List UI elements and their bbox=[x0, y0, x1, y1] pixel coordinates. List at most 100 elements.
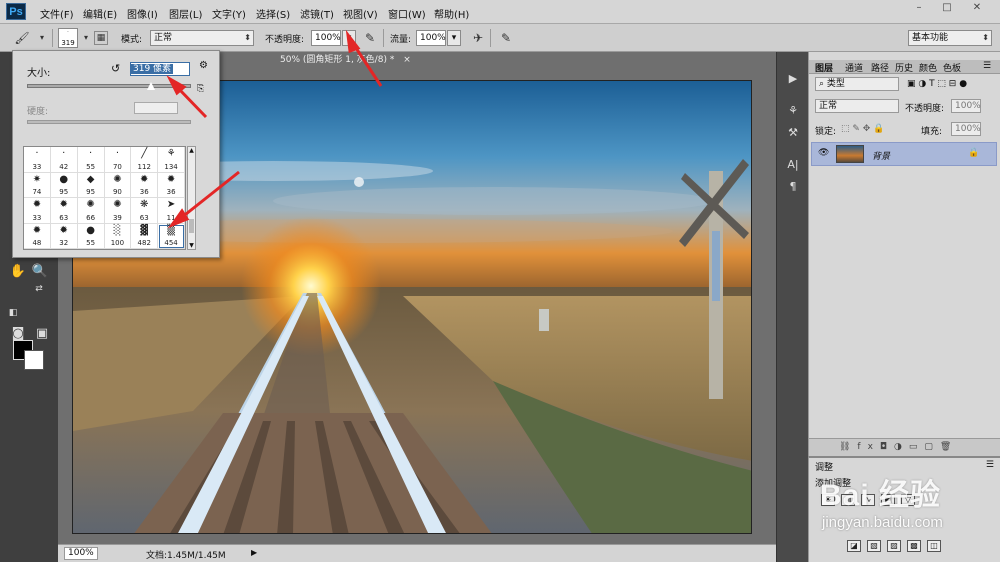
swap-colors-icon[interactable]: ⇄ bbox=[32, 282, 46, 296]
brush-preset-cell[interactable]: ✹ 36 bbox=[131, 172, 159, 198]
brush-preset-size: 48 bbox=[32, 239, 42, 247]
brush-preset-cell[interactable]: ✹ 36 bbox=[158, 172, 185, 198]
hardness-input[interactable] bbox=[134, 102, 178, 114]
tool-presets-icon[interactable]: ⚒ bbox=[784, 124, 802, 142]
panel-menu-icon[interactable]: ☰ bbox=[983, 61, 991, 71]
close-window-button[interactable]: ✕ bbox=[966, 2, 988, 16]
tool-preset-dropdown-icon[interactable]: ▾ bbox=[34, 30, 50, 46]
hardness-slider[interactable] bbox=[27, 120, 191, 124]
brush-preset-cell[interactable]: ✹ 63 bbox=[50, 198, 78, 224]
blend-mode-value: 正常 bbox=[819, 101, 838, 111]
flow-input[interactable]: 100% bbox=[416, 30, 446, 46]
document-tab[interactable]: 50% (圆角矩形 1, 灰色/8) * × bbox=[280, 52, 411, 68]
menu-window[interactable]: 窗口(W) bbox=[388, 6, 426, 21]
brush-preset-cell[interactable]: ░ 100 bbox=[104, 223, 132, 249]
pressure-opacity-icon[interactable]: ✎ bbox=[362, 30, 378, 46]
brush-preset-cell[interactable]: ● 95 bbox=[50, 172, 78, 198]
tab-layers[interactable]: 图层 bbox=[815, 61, 833, 74]
brush-tool-icon[interactable]: 🖌 bbox=[14, 30, 30, 46]
flow-slider-button[interactable]: ▾ bbox=[447, 30, 461, 46]
brush-preset-cell[interactable]: ◆ 95 bbox=[77, 172, 105, 198]
brush-preset-cell[interactable]: · 70 bbox=[104, 147, 132, 173]
eye-icon[interactable]: 👁 bbox=[818, 148, 829, 158]
fill-input[interactable]: 100% bbox=[951, 122, 981, 136]
menu-select[interactable]: 选择(S) bbox=[256, 6, 290, 21]
opacity-slider-button[interactable]: ▾ bbox=[342, 30, 356, 46]
brush-preset-cell[interactable]: ✹ 33 bbox=[24, 198, 51, 224]
paragraph-panel-icon[interactable]: ¶ bbox=[784, 178, 802, 196]
brush-preset-cell[interactable]: ✹ 32 bbox=[50, 223, 78, 249]
menu-file[interactable]: 文件(F) bbox=[40, 6, 74, 21]
screen-mode-icon[interactable]: ▣ bbox=[32, 324, 52, 344]
brush-preset-picker[interactable]: · 319 bbox=[58, 28, 78, 48]
scroll-down-icon[interactable]: ▼ bbox=[188, 242, 195, 249]
brush-preset-cell[interactable]: ● 55 bbox=[77, 223, 105, 249]
new-preset-icon[interactable]: ⎘ bbox=[197, 84, 204, 94]
brush-preset-cell[interactable]: ❋ 63 bbox=[131, 198, 159, 224]
scrollbar-thumb[interactable] bbox=[189, 219, 194, 233]
layer-opacity-label: 不透明度: bbox=[905, 104, 945, 114]
tab-color[interactable]: 颜色 bbox=[919, 61, 937, 74]
tab-swatches[interactable]: 色板 bbox=[943, 61, 961, 74]
character-panel-icon[interactable]: A| bbox=[784, 156, 802, 174]
pressure-size-icon[interactable]: ✎ bbox=[498, 30, 514, 46]
status-menu-arrow-icon[interactable]: ▶ bbox=[251, 548, 257, 557]
close-tab-icon[interactable]: × bbox=[403, 55, 411, 65]
brush-preset-cell[interactable]: ✷ 74 bbox=[24, 172, 51, 198]
size-slider[interactable] bbox=[27, 84, 191, 88]
gear-icon[interactable]: ⚙ bbox=[199, 60, 208, 71]
brush-preset-cell[interactable]: ✺ 90 bbox=[104, 172, 132, 198]
brush-panel-icon[interactable]: ⚘ bbox=[784, 102, 802, 120]
background-color-swatch[interactable] bbox=[24, 350, 44, 370]
workspace-select[interactable]: 基本功能 ⬍ bbox=[908, 30, 992, 46]
default-colors-icon[interactable]: ◧ bbox=[6, 306, 20, 320]
menu-edit[interactable]: 编辑(E) bbox=[83, 6, 117, 21]
zoom-field[interactable]: 100% bbox=[64, 547, 98, 560]
tab-paths[interactable]: 路径 bbox=[871, 61, 889, 74]
opacity-input[interactable]: 100% bbox=[311, 30, 341, 46]
tab-channels[interactable]: 通道 bbox=[845, 61, 863, 74]
brush-preset-cell[interactable]: ▒ 454 bbox=[158, 223, 185, 249]
brush-picker-arrow-icon[interactable]: ▾ bbox=[78, 30, 94, 46]
minimize-button[interactable]: – bbox=[908, 2, 930, 16]
brush-preset-cell[interactable]: ╱ 112 bbox=[131, 147, 159, 173]
chevron-down-icon: ▾ bbox=[451, 33, 457, 43]
restore-button[interactable]: □ bbox=[936, 2, 958, 16]
layer-action-icons[interactable]: ⛓fx◘◑▭▢🗑 bbox=[839, 442, 958, 452]
brush-panel-toggle-icon[interactable]: ▦ bbox=[94, 31, 108, 45]
size-input[interactable]: 319 像素 bbox=[130, 62, 190, 76]
menu-layer[interactable]: 图层(L) bbox=[169, 6, 202, 21]
mode-select[interactable]: 正常 ⬍ bbox=[150, 30, 254, 46]
airbrush-icon[interactable]: ✈ bbox=[470, 30, 486, 46]
brush-preset-cell[interactable]: ✺ 39 bbox=[104, 198, 132, 224]
play-action-icon[interactable]: ▶ bbox=[784, 70, 802, 88]
menu-view[interactable]: 视图(V) bbox=[343, 6, 378, 21]
size-slider-thumb[interactable] bbox=[147, 82, 155, 90]
brush-preset-cell[interactable]: ✹ 48 bbox=[24, 223, 51, 249]
hand-tool-icon[interactable]: ✋ bbox=[8, 262, 28, 282]
scroll-up-icon[interactable]: ▲ bbox=[188, 147, 195, 154]
brush-preset-cell[interactable]: ▓ 482 bbox=[131, 223, 159, 249]
menu-image[interactable]: 图像(I) bbox=[127, 6, 158, 21]
menu-help[interactable]: 帮助(H) bbox=[434, 6, 469, 21]
layer-opacity-input[interactable]: 100% bbox=[951, 99, 981, 113]
zoom-tool-icon[interactable]: 🔍 bbox=[30, 262, 50, 282]
preset-scrollbar[interactable]: ▲ ▼ bbox=[187, 146, 196, 250]
menu-type[interactable]: 文字(Y) bbox=[212, 6, 246, 21]
document-info: 文档:1.45M/1.45M bbox=[146, 551, 226, 561]
brush-preset-cell[interactable]: · 33 bbox=[24, 147, 51, 173]
filter-icons[interactable]: ▣ ◑ T ⬚ ⊟ ● bbox=[907, 79, 967, 89]
menu-filter[interactable]: 滤镜(T) bbox=[300, 6, 334, 21]
brush-preset-cell[interactable]: ➤ 11 bbox=[158, 198, 185, 224]
brush-preset-cell[interactable]: ✺ 66 bbox=[77, 198, 105, 224]
brush-preset-cell[interactable]: · 42 bbox=[50, 147, 78, 173]
quick-mask-icon[interactable]: ◙ bbox=[8, 324, 28, 344]
layer-row-background[interactable]: 👁 背景 🔒 bbox=[811, 142, 997, 166]
reset-size-icon[interactable]: ↺ bbox=[111, 62, 120, 75]
tab-history[interactable]: 历史 bbox=[895, 61, 913, 74]
lock-icons[interactable]: ⬚ ✎ ✥ 🔒 bbox=[841, 124, 884, 134]
blend-mode-select[interactable]: 正常 bbox=[815, 99, 899, 113]
brush-preset-cell[interactable]: ⚘ 134 bbox=[158, 147, 185, 173]
brush-preset-cell[interactable]: · 55 bbox=[77, 147, 105, 173]
layer-filter-select[interactable]: ⌕ 类型 bbox=[815, 77, 899, 91]
